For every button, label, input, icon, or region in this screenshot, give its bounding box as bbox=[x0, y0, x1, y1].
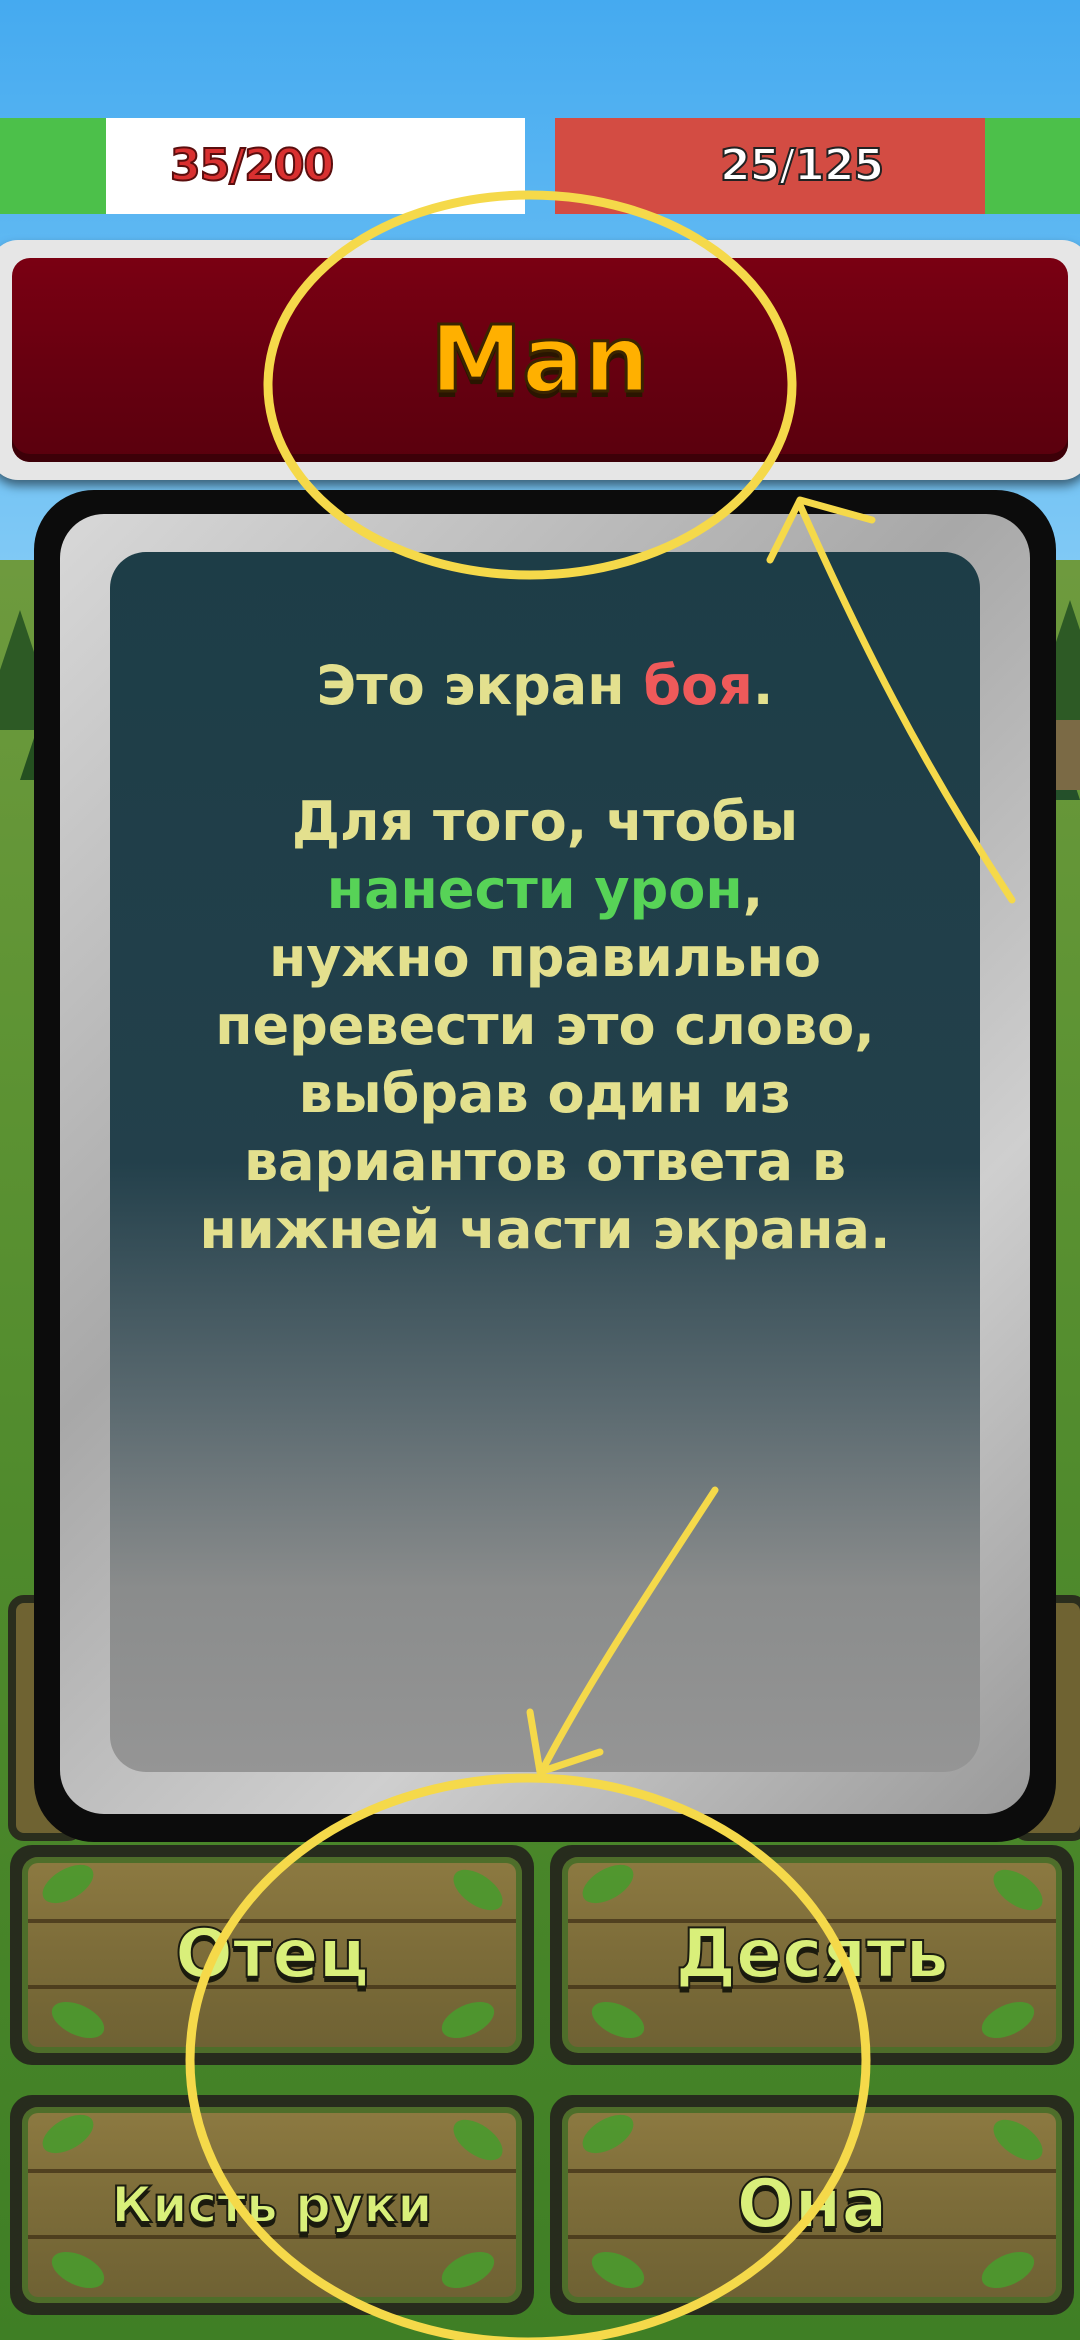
tutorial-para-rest: нужно правильно перевести это слово, выб… bbox=[199, 926, 891, 1261]
dialog-bezel: Это экран боя. Для того, чтобы нанести у… bbox=[60, 514, 1030, 1814]
dialog-screen: Это экран боя. Для того, чтобы нанести у… bbox=[110, 552, 980, 1772]
answer-label: Она bbox=[736, 2164, 889, 2245]
tutorial-dialog[interactable]: Это экран боя. Для того, чтобы нанести у… bbox=[34, 490, 1056, 1842]
tutorial-text-part: . bbox=[752, 654, 774, 717]
answer-button-1[interactable]: Отец bbox=[10, 1845, 534, 2065]
enemy-health-text: 25/125 bbox=[719, 139, 885, 192]
answer-button-4[interactable]: Она bbox=[550, 2095, 1074, 2315]
tutorial-para-highlight-line: нанести урон, bbox=[170, 856, 920, 924]
answer-label: Кисть руки bbox=[111, 2175, 434, 2235]
enemy-health-bar: 25/125 bbox=[555, 118, 1080, 214]
tutorial-text: Это экран боя. Для того, чтобы нанести у… bbox=[170, 652, 920, 1264]
answer-label: Десять bbox=[674, 1914, 949, 1995]
player-health-text: 35/200 bbox=[169, 139, 335, 192]
target-word: Man bbox=[429, 305, 651, 415]
answer-button-2[interactable]: Десять bbox=[550, 1845, 1074, 2065]
answer-button-3[interactable]: Кисть руки bbox=[10, 2095, 534, 2315]
word-banner: Man bbox=[0, 240, 1080, 480]
enemy-health-fill bbox=[985, 118, 1080, 214]
highlight-battle: боя bbox=[643, 654, 753, 717]
player-health-bar: 35/200 bbox=[0, 118, 525, 214]
highlight-damage: нанести урон bbox=[326, 858, 743, 921]
tutorial-para-a: Для того, чтобы bbox=[291, 790, 799, 853]
word-banner-inner: Man bbox=[12, 258, 1068, 462]
tutorial-text-part: Это экран bbox=[316, 654, 644, 717]
player-health-fill bbox=[0, 118, 106, 214]
tutorial-line-1: Это экран боя. bbox=[170, 652, 920, 720]
tutorial-text-part: , bbox=[742, 858, 764, 921]
answer-label: Отец bbox=[174, 1914, 370, 1995]
